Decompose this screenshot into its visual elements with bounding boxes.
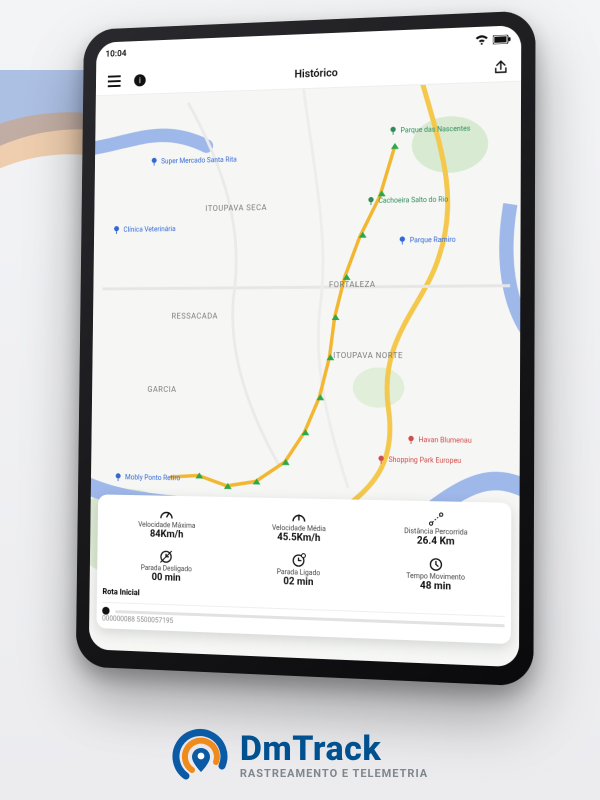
battery-icon <box>493 34 511 44</box>
stat-stop-off: Parada Desligado 00 min <box>103 545 231 588</box>
distance-icon <box>428 511 444 527</box>
info-icon[interactable]: i <box>131 70 150 90</box>
gauge-icon <box>291 508 307 523</box>
brand-footer: DmTrack RASTREAMENTO E TELEMETRIA <box>0 726 600 784</box>
stat-move-time: Tempo Movimento 48 min <box>367 552 505 596</box>
trip-stats-card: Velocidade Máxima 84Km/h Velocidade Médi… <box>96 494 511 644</box>
svg-text:i: i <box>139 75 141 85</box>
map-label: ITOUPAVA SECA <box>205 203 267 213</box>
map-canvas[interactable]: FORTALEZA RESSACADA ITOUPAVA NORTE ITOUP… <box>89 82 521 668</box>
status-time: 10:04 <box>105 49 126 59</box>
stat-distance: Distância Percorrida 26.4 Km <box>368 508 506 552</box>
poi-pin: Havan Blumenau <box>407 435 472 445</box>
brand-tagline: RASTREAMENTO E TELEMETRIA <box>240 768 428 779</box>
brand-name: DmTrack <box>240 732 428 766</box>
poi-pin: Shopping Park Europeu <box>377 455 462 465</box>
map-label: RESSACADA <box>171 312 218 321</box>
poi-pin: Mobly Ponto Retiro <box>114 472 180 482</box>
page-title: Histórico <box>294 66 337 80</box>
poi-pin: Cachoeira Salto do Rio <box>367 195 449 206</box>
stat-stop-on: Parada Ligado 02 min <box>233 548 366 592</box>
app-screen: 10:04 i Histórico <box>89 25 521 667</box>
stat-avg-speed: Velocidade Média 45.5Km/h <box>233 505 366 548</box>
clock-on-icon <box>291 552 307 567</box>
brand-logo-icon <box>172 726 230 784</box>
map-label: GARCIA <box>147 385 176 394</box>
clock-icon <box>427 556 443 572</box>
menu-icon[interactable] <box>105 71 123 91</box>
gauge-icon <box>159 505 174 520</box>
app-store-screenshot: 10:04 i Histórico <box>0 0 600 800</box>
map-label: FORTALEZA <box>329 280 376 289</box>
tablet-mockup: 10:04 i Histórico <box>76 10 536 686</box>
poi-pin: Clínica Veterinária <box>112 224 175 234</box>
share-icon[interactable] <box>491 56 511 77</box>
map-label: ITOUPAVA NORTE <box>333 351 403 360</box>
stat-max-speed: Velocidade Máxima 84Km/h <box>103 502 231 544</box>
wifi-icon <box>475 34 489 45</box>
clock-off-icon <box>159 548 174 563</box>
poi-pin: Parque Ramiro <box>398 235 456 245</box>
